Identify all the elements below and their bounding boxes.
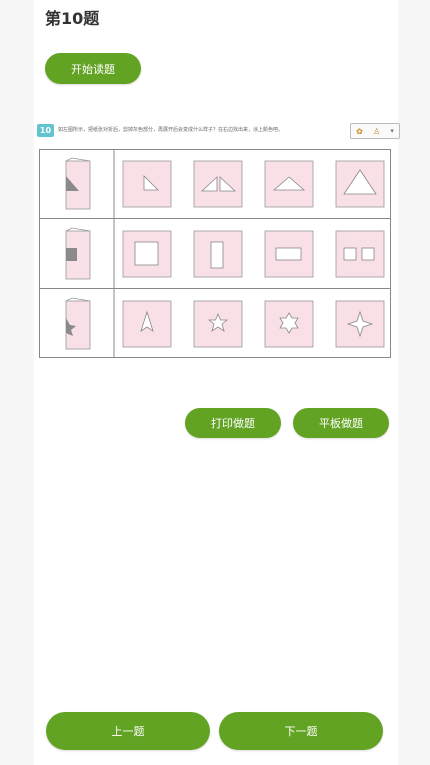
next-question-button[interactable]: 下一题 (219, 712, 383, 750)
print-practice-button[interactable]: 打印做题 (185, 408, 281, 438)
question-number-badge: 10 (37, 124, 54, 137)
question-text: 如左图所示，把纸张对折后，剪掉灰色部分，再展开后会变成什么样子？在右边找出来，涂… (58, 127, 284, 133)
option-row-1-big-triangle[interactable] (335, 160, 385, 208)
option-row-2-two-squares[interactable] (335, 230, 385, 278)
person-icon[interactable]: ♙ (373, 127, 380, 136)
fold-card-row-3 (65, 297, 91, 350)
option-row-1-double-triangle[interactable] (193, 160, 243, 208)
start-reading-button[interactable]: 开始读题 (45, 53, 141, 84)
option-row-1-wide-triangle[interactable] (264, 160, 314, 208)
left-margin (0, 0, 34, 765)
chevron-down-icon[interactable]: ▾ (390, 127, 394, 135)
option-row-2-wide-rectangle[interactable] (264, 230, 314, 278)
question-toolbar[interactable]: ✿ ♙ ▾ (350, 123, 400, 139)
page-title: 第10题 (45, 9, 100, 28)
fold-card-row-1 (65, 157, 91, 210)
option-row-3-four-point-star[interactable] (335, 300, 385, 348)
fold-card-row-2 (65, 227, 91, 280)
tablet-practice-button[interactable]: 平板做题 (293, 408, 389, 438)
option-row-2-tall-rectangle[interactable] (193, 230, 243, 278)
option-row-3-arrowhead[interactable] (122, 300, 172, 348)
right-margin (398, 0, 430, 765)
content-page (34, 0, 398, 765)
option-row-1-small-triangle[interactable] (122, 160, 172, 208)
option-row-3-five-point-star[interactable] (193, 300, 243, 348)
option-row-2-square[interactable] (122, 230, 172, 278)
sun-icon[interactable]: ✿ (356, 127, 363, 136)
option-row-3-six-point-star[interactable] (264, 300, 314, 348)
puzzle-grid (39, 149, 391, 358)
previous-question-button[interactable]: 上一题 (46, 712, 210, 750)
